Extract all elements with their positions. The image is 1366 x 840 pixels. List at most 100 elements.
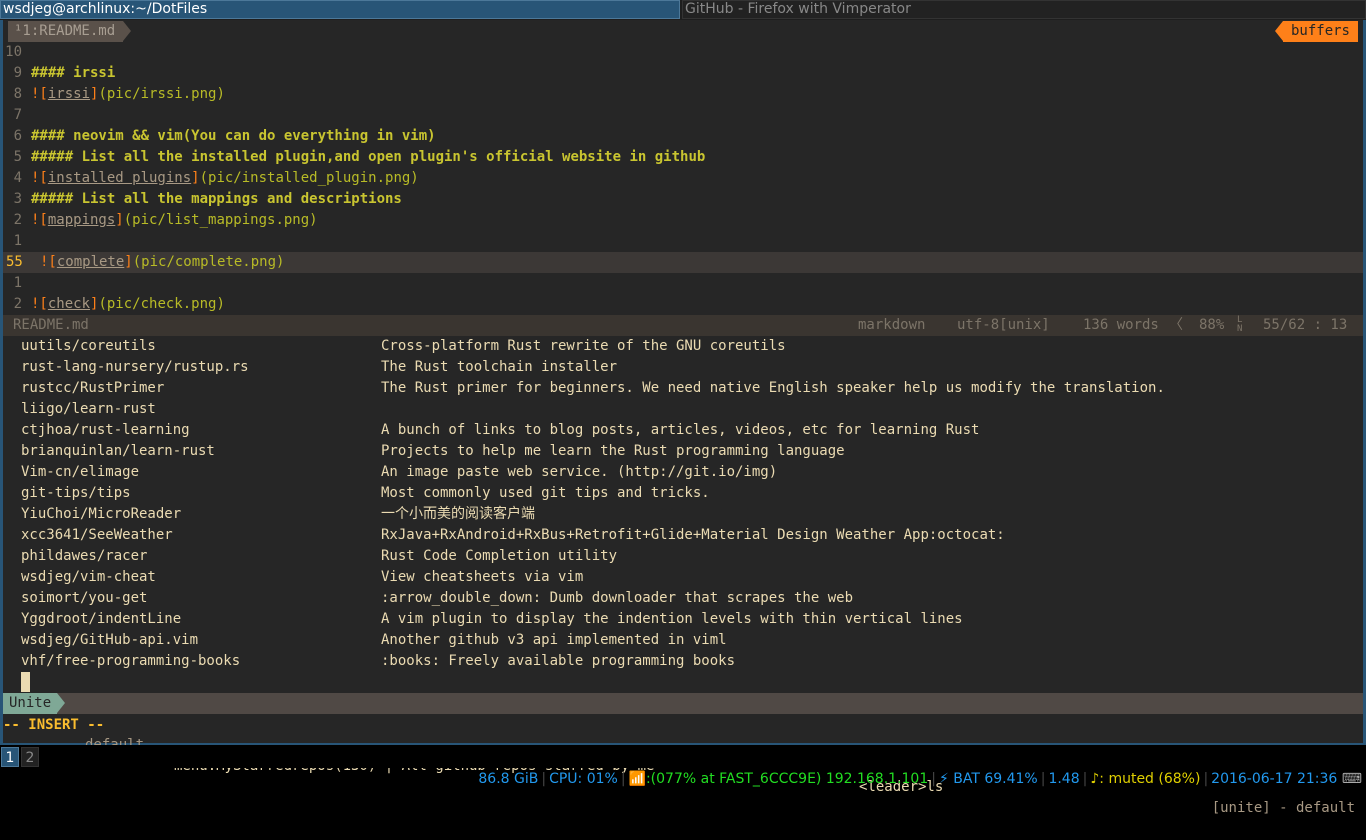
repo-description: The Rust primer for beginners. We need n… (381, 380, 1165, 396)
wifi-icon: 📶 (628, 771, 646, 787)
repo-name: rust-lang-nursery/rustup.rs (21, 359, 249, 375)
line-number: 2 (13, 212, 22, 228)
editor-line[interactable]: 7 (3, 105, 1363, 126)
line-number: 3 (13, 191, 22, 207)
repo-name: liigo/learn-rust (21, 401, 156, 417)
editor-line[interactable]: 2 ![mappings](pic/list_mappings.png) (3, 210, 1363, 231)
editor-line[interactable]: 55 ![complete](pic/complete.png) (3, 252, 1363, 273)
repo-description: Most commonly used git tips and tricks. (381, 485, 710, 501)
status-wordcount: 136 words (1083, 317, 1159, 333)
markdown-bracket: ] (124, 254, 133, 270)
workspace-2-button[interactable]: 2 (21, 747, 39, 767)
editor-line[interactable]: 6 #### neovim && vim(You can do everythin… (3, 126, 1363, 147)
editor-line[interactable]: 9 #### irssi (3, 63, 1363, 84)
status-encoding: utf-8[unix] (957, 317, 1050, 333)
markdown-bracket: ![ (31, 296, 48, 312)
window-title-firefox[interactable]: GitHub - Firefox with Vimperator (682, 0, 1366, 19)
repo-name: uutils/coreutils (21, 338, 156, 354)
markdown-header: ##### List all the mappings and descript… (31, 191, 402, 207)
workspace-1-button[interactable]: 1 (1, 747, 19, 767)
unite-list-item[interactable]: rustcc/RustPrimer The Rust primer for beg… (3, 378, 1363, 399)
unite-list-item[interactable]: git-tips/tips Most commonly used git tips… (3, 483, 1363, 504)
repo-name: YiuChoi/MicroReader (21, 506, 182, 522)
repo-name: soimort/you-get (21, 590, 148, 606)
repo-name: brianquinlan/learn-rust (21, 443, 215, 459)
repo-description: Another github v3 api implemented in vim… (381, 632, 727, 648)
repo-name: Yggdroot/indentLine (21, 611, 182, 627)
status-filename: README.md (13, 317, 89, 333)
repo-description: A bunch of links to blog posts, articles… (381, 422, 980, 438)
line-number: 6 (13, 128, 22, 144)
disk-usage: 86.8 GiB (478, 771, 539, 787)
volume-status[interactable]: ♪: muted (68%) (1090, 771, 1200, 787)
editor-line[interactable]: 8 ![irssi](pic/irssi.png) (3, 84, 1363, 105)
image-alt-text: installed plugins (47, 170, 192, 186)
unite-list-item[interactable]: uutils/coreutils Cross-platform Rust rewr… (3, 336, 1363, 357)
repo-name: ctjhoa/rust-learning (21, 422, 190, 438)
unite-list-item[interactable]: Yggdroot/indentLine A vim plugin to displ… (3, 609, 1363, 630)
unite-list-item[interactable]: soimort/you-get:arrow_double_down: Dumb … (3, 588, 1363, 609)
terminal-window[interactable]: ¹1:README.md buffers 10 9 #### irssi 8 ![irs… (0, 20, 1366, 816)
image-alt-text: mappings (47, 212, 116, 228)
markdown-bracket: ![ (40, 254, 57, 270)
wifi-status: :(077% at FAST_6CCC9E) 192.168.1.101 (645, 771, 929, 787)
image-url: (pic/check.png) (98, 296, 225, 312)
image-alt-text: irssi (47, 86, 91, 102)
unite-list-item[interactable]: YiuChoi/MicroReader 一个小而美的阅读客户端 (3, 504, 1363, 525)
unite-list-item[interactable]: wsdjeg/vim-cheat View cheatsheets via vim (3, 567, 1363, 588)
line-number: 1 (13, 233, 22, 249)
line-number-icon: LN (1237, 315, 1243, 334)
buffers-label: buffers (1274, 21, 1358, 42)
cpu-usage: CPU: 01% (549, 771, 618, 787)
status-percent: 88% (1199, 317, 1225, 333)
image-url: (pic/list_mappings.png) (123, 212, 318, 228)
editor-line[interactable]: 1 (3, 231, 1363, 252)
image-alt-text: complete (56, 254, 125, 270)
repo-description: :books: Freely available programming boo… (381, 653, 736, 669)
image-url: (pic/irssi.png) (98, 86, 225, 102)
repo-name: xcc3641/SeeWeather (21, 527, 173, 543)
markdown-header: #### irssi (31, 65, 116, 81)
unite-list-item[interactable]: phildawes/racer Rust Code Completion util… (3, 546, 1363, 567)
repo-name: Vim-cn/elimage (21, 464, 140, 480)
mode-indicator: -- INSERT -- (3, 717, 105, 733)
unite-list-item[interactable]: wsdjeg/GitHub-api.vim Another github v3 a… (3, 630, 1363, 651)
unite-list-item[interactable]: xcc3641/SeeWeather RxJava+RxAndroid+RxBus… (3, 525, 1363, 546)
image-alt-text: check (47, 296, 91, 312)
line-number: 8 (13, 86, 22, 102)
unite-list-item[interactable]: brianquinlan/learn-rust Projects to help … (3, 441, 1363, 462)
status-filetype: markdown (858, 317, 926, 333)
repo-description: The Rust toolchain installer (381, 359, 618, 375)
unite-list-item[interactable]: liigo/learn-rust (3, 399, 1363, 420)
unite-mode-badge: Unite (3, 693, 66, 714)
markdown-header: ##### List all the installed plugin,and … (31, 149, 706, 165)
editor-line[interactable]: 3 ##### List all the mappings and descrip… (3, 189, 1363, 210)
markdown-bracket: ![ (31, 86, 48, 102)
status-separator-icon: 〈 (1169, 317, 1183, 333)
tab-readme[interactable]: ¹1:README.md (8, 21, 132, 42)
editor-line[interactable]: 10 (3, 42, 1363, 63)
editor-line[interactable]: 2 ![check](pic/check.png) (3, 294, 1363, 315)
editor-line[interactable]: 4 ![installed plugins](pic/installed_plug… (3, 168, 1363, 189)
window-title-terminal[interactable]: wsdjeg@archlinux:~/DotFiles (0, 0, 680, 19)
unite-list-item[interactable]: Vim-cn/elimage An image paste web service… (3, 462, 1363, 483)
repo-description: Cross-platform Rust rewrite of the GNU c… (381, 338, 786, 354)
repo-name: phildawes/racer (21, 548, 148, 564)
repo-description: A vim plugin to display the indention le… (381, 611, 963, 627)
line-number: 55 (6, 254, 23, 270)
line-number: 5 (13, 149, 22, 165)
unite-list-item[interactable]: vhf/free-programming-books:books: Freely… (3, 651, 1363, 672)
unite-list-item[interactable]: ctjhoa/rust-learning A bunch of links to … (3, 420, 1363, 441)
line-number: 2 (13, 296, 22, 312)
status-blocks: 86.8 GiB | CPU: 01% | 📶:(077% at FAST_6CCC9E… (478, 771, 1362, 787)
status-position: 55/62 : 13 (1263, 317, 1348, 333)
keyboard-tray-icon[interactable]: ⌨ (1342, 771, 1362, 787)
datetime: 2016-06-17 21:36 (1211, 771, 1338, 787)
markdown-bracket: ] (115, 212, 124, 228)
image-url: (pic/complete.png) (132, 254, 285, 270)
repo-description: An image paste web service. (http://git.… (381, 464, 778, 480)
markdown-bracket: ![ (31, 212, 48, 228)
unite-list-item[interactable]: rust-lang-nursery/rustup.rs The Rust tool… (3, 357, 1363, 378)
editor-line[interactable]: 5 ##### List all the installed plugin,and… (3, 147, 1363, 168)
editor-line[interactable]: 1 (3, 273, 1363, 294)
